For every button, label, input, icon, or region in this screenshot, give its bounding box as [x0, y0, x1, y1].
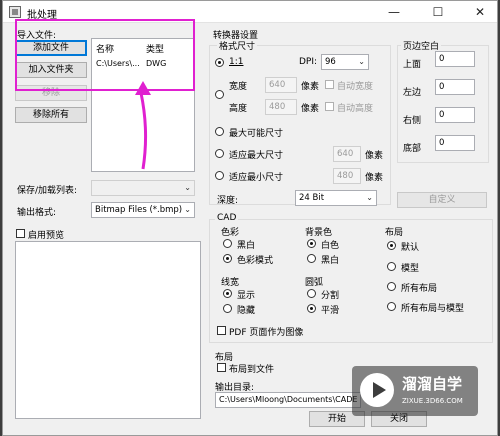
close-window-button[interactable]: ✕	[465, 3, 495, 21]
split-label: 分割	[321, 291, 340, 301]
watermark-brand: 溜溜自学	[402, 375, 463, 393]
one-to-one-radio[interactable]	[215, 58, 224, 67]
smooth-label: 平滑	[321, 306, 340, 316]
maximize-button[interactable]: ☐	[423, 3, 453, 21]
fit-max-radio[interactable]	[215, 149, 224, 158]
margin-right-input[interactable]: 0	[435, 107, 475, 123]
fit-min-input[interactable]: 480	[333, 168, 361, 184]
margin-right-label: 右侧	[403, 116, 422, 126]
auto-width-label: 自动宽度	[337, 82, 374, 92]
depth-value: 24 Bit	[299, 193, 325, 203]
margin-left-input[interactable]: 0	[435, 79, 475, 95]
watermark: 溜溜自学 ZIXUE.3D66.COM	[352, 366, 478, 416]
auto-width-checkbox[interactable]	[325, 80, 334, 89]
dpi-label: DPI:	[299, 57, 318, 67]
show-label: 显示	[237, 291, 256, 301]
preview-checkbox[interactable]	[16, 229, 25, 238]
max-possible-label: 最大可能尺寸	[229, 129, 284, 139]
fit-min-label: 适应最小尺寸	[229, 173, 284, 183]
dpi-select[interactable]: 96 ⌄	[321, 54, 369, 70]
save-load-label: 保存/加载列表:	[17, 186, 78, 196]
smooth-radio[interactable]	[307, 304, 316, 313]
width-unit: 像素	[301, 82, 320, 92]
pdf-pages-checkbox[interactable]	[217, 326, 226, 335]
minimize-button[interactable]: —	[379, 3, 409, 21]
remove-all-button[interactable]: 移除所有	[15, 107, 87, 123]
hide-radio[interactable]	[223, 304, 232, 313]
chevron-down-icon: ⌄	[184, 205, 191, 214]
play-logo-icon	[360, 373, 394, 407]
fit-max-label: 适应最大尺寸	[229, 151, 284, 161]
chevron-down-icon: ⌄	[366, 193, 373, 202]
preview-pane	[15, 241, 201, 419]
lineweight-title: 线宽	[221, 278, 240, 288]
show-radio[interactable]	[223, 289, 232, 298]
arrow-annotation	[135, 81, 151, 170]
arc-title: 圆弧	[305, 278, 324, 288]
pdf-pages-label: PDF 页面作为图像	[229, 328, 304, 338]
background-title: 背景色	[305, 228, 333, 238]
black-label: 黑白	[321, 256, 340, 266]
height-unit: 像素	[301, 104, 320, 114]
black-radio[interactable]	[307, 254, 316, 263]
chevron-down-icon: ⌄	[184, 183, 191, 192]
layout-title: 布局	[385, 228, 404, 238]
fit-max-unit: 像素	[365, 151, 384, 161]
app-icon	[9, 6, 21, 18]
preview-label: 启用预览	[28, 231, 65, 241]
fit-min-unit: 像素	[365, 173, 384, 183]
hide-label: 隐藏	[237, 306, 256, 316]
cad-title: CAD	[215, 213, 239, 223]
output-format-select[interactable]: Bitmap Files (*.bmp) ⌄	[91, 202, 195, 218]
layout-to-file-checkbox[interactable]	[217, 363, 226, 372]
depth-select[interactable]: 24 Bit ⌄	[295, 190, 377, 206]
output-dir-input[interactable]: C:\Users\Mloong\Documents\CADE	[215, 392, 361, 408]
height-input[interactable]: 480	[265, 99, 297, 115]
model-radio[interactable]	[387, 262, 396, 271]
width-label: 宽度	[229, 82, 248, 92]
custom-size-radio[interactable]	[215, 90, 224, 99]
margin-top-label: 上面	[403, 60, 422, 70]
margin-bottom-input[interactable]: 0	[435, 135, 475, 151]
all-layouts-model-label: 所有布局与模型	[401, 304, 465, 314]
white-radio[interactable]	[307, 239, 316, 248]
max-possible-radio[interactable]	[215, 127, 224, 136]
all-layouts-radio[interactable]	[387, 282, 396, 291]
bw-label: 黑白	[237, 241, 256, 251]
default-radio[interactable]	[387, 241, 396, 250]
default-label: 默认	[401, 243, 420, 253]
margin-top-input[interactable]: 0	[435, 51, 475, 67]
color-title: 色彩	[221, 228, 240, 238]
all-layouts-model-radio[interactable]	[387, 302, 396, 311]
watermark-url: ZIXUE.3D66.COM	[402, 397, 463, 405]
output-format-value: Bitmap Files (*.bmp)	[95, 205, 183, 215]
width-input[interactable]: 640	[265, 77, 297, 93]
chevron-down-icon: ⌄	[358, 57, 365, 66]
color-mode-radio[interactable]	[223, 254, 232, 263]
one-to-one-label: 1:1	[229, 57, 244, 67]
depth-label: 深度:	[217, 196, 239, 206]
format-size-title: 格式尺寸	[217, 39, 258, 52]
margin-left-label: 左边	[403, 88, 422, 98]
auto-height-label: 自动高度	[337, 104, 374, 114]
save-load-select[interactable]: ⌄	[91, 180, 195, 196]
layout-to-file-label: 布局到文件	[229, 365, 275, 375]
margin-bottom-label: 底部	[403, 144, 422, 154]
white-label: 白色	[321, 241, 340, 251]
custom-button[interactable]: 自定义	[397, 192, 487, 208]
fit-min-radio[interactable]	[215, 171, 224, 180]
all-layouts-label: 所有布局	[401, 284, 438, 294]
model-label: 模型	[401, 264, 420, 274]
output-format-label: 输出格式:	[17, 208, 57, 218]
height-label: 高度	[229, 104, 248, 114]
highlight-box	[15, 19, 195, 91]
dpi-value: 96	[325, 57, 336, 67]
auto-height-checkbox[interactable]	[325, 102, 334, 111]
fit-max-input[interactable]: 640	[333, 146, 361, 162]
split-radio[interactable]	[307, 289, 316, 298]
bw-radio[interactable]	[223, 239, 232, 248]
color-mode-label: 色彩模式	[237, 256, 274, 266]
